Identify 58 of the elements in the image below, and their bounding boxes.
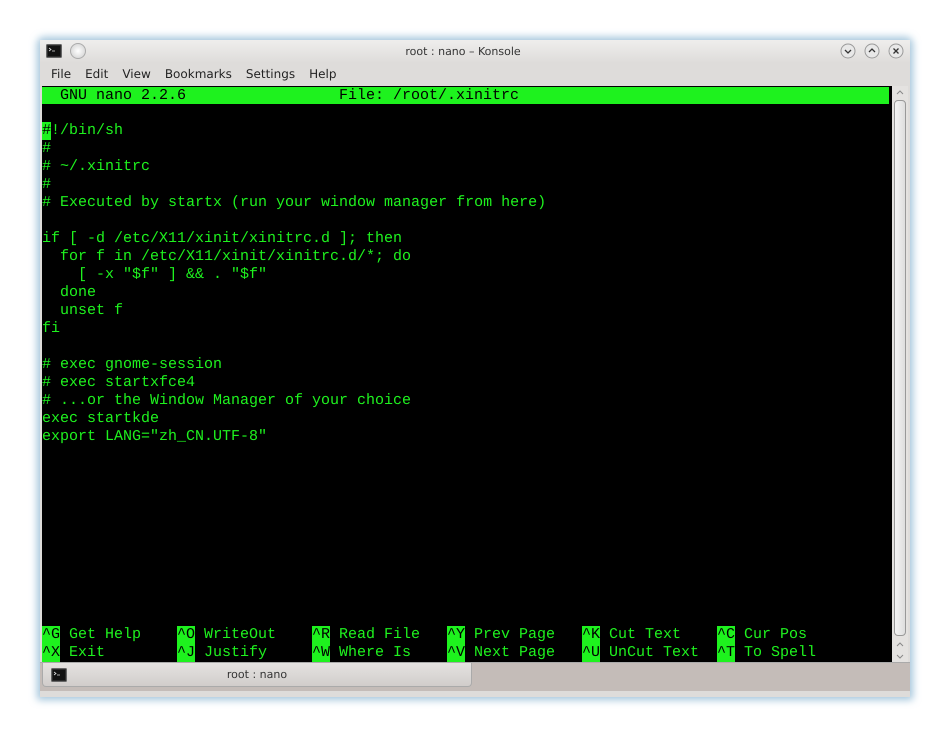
code-line: # exec gnome-session: [42, 356, 222, 374]
shortcut-key: ^W: [312, 644, 330, 662]
minimize-button[interactable]: [840, 43, 856, 59]
menu-item[interactable]: Bookmarks: [158, 67, 239, 81]
shortcut-label: Cut Text: [609, 626, 682, 644]
menu-item[interactable]: Help: [302, 67, 344, 81]
shortcut-key: ^O: [177, 626, 196, 644]
shortcut-key: ^G: [42, 626, 60, 644]
file-name: File: /root/.xinitrc: [339, 87, 520, 104]
code-line: # Executed by startx (run your window manager from here): [42, 194, 546, 212]
code-line: !/bin/sh: [51, 122, 124, 140]
shortcut-key: ^V: [447, 644, 466, 662]
shortcut-key: ^U: [582, 644, 600, 662]
shortcut-label: Next Page: [474, 644, 556, 662]
code-line: done: [59, 284, 96, 302]
code-line: # ~/.xinitrc: [42, 158, 150, 176]
shortcut-key: ^K: [582, 626, 600, 644]
maximize-button[interactable]: [864, 43, 880, 59]
code-line: #: [42, 140, 52, 158]
shortcut-key: ^R: [312, 626, 330, 644]
code-line: unset f: [59, 302, 124, 320]
code-line: # exec startxfce4: [42, 374, 196, 392]
code-line: # ...or the Window Manager of your choice: [42, 392, 412, 410]
shortcut-label: UnCut Text: [609, 644, 700, 662]
shortcut-key: ^J: [177, 644, 196, 662]
code-line: fi: [42, 320, 60, 338]
menu-item[interactable]: View: [115, 67, 158, 81]
session-tab[interactable]: root : nano: [42, 663, 472, 687]
code-line: if [ -d /etc/X11/xinit/xinitrc.d ]; then: [42, 230, 402, 248]
text-cursor: #: [42, 122, 52, 140]
code-line: #: [42, 176, 52, 194]
code-line: export LANG="zh_CN.UTF-8": [42, 428, 268, 446]
scrollbar[interactable]: [892, 86, 908, 662]
shortcut-key: ^X: [42, 644, 60, 662]
nano-version: GNU nano 2.2.6: [59, 87, 188, 104]
shortcut-label: WriteOut: [204, 626, 276, 644]
shortcut-label: Exit: [69, 644, 106, 662]
terminal-icon: [46, 44, 62, 58]
shortcut-key: ^Y: [447, 626, 466, 644]
menu-item[interactable]: Settings: [238, 67, 302, 81]
window-title: root : nano – Konsole: [404, 44, 522, 58]
code-line: for f in /etc/X11/xinit/xinitrc.d/*; do: [59, 248, 412, 266]
shortcut-label: Get Help: [69, 626, 142, 644]
code-line: [ -x "$f" ] && . "$f": [77, 266, 268, 284]
shortcut-label: To Spell: [744, 644, 816, 662]
pin-icon[interactable]: [70, 43, 86, 59]
shortcut-label: Where Is: [339, 644, 412, 662]
shortcut-key: ^C: [717, 626, 736, 644]
shortcut-label: Prev Page: [474, 626, 556, 644]
code-line: exec startkde: [42, 410, 160, 428]
menu-item[interactable]: Edit: [78, 67, 116, 81]
shortcut-label: Justify: [204, 644, 268, 662]
menu-item[interactable]: File: [44, 67, 78, 81]
shortcut-key: ^T: [717, 644, 736, 662]
terminal-icon: [51, 668, 67, 682]
shortcut-label: Cur Pos: [744, 626, 808, 644]
shortcut-label: Read File: [339, 626, 420, 644]
close-button[interactable]: [888, 43, 904, 59]
